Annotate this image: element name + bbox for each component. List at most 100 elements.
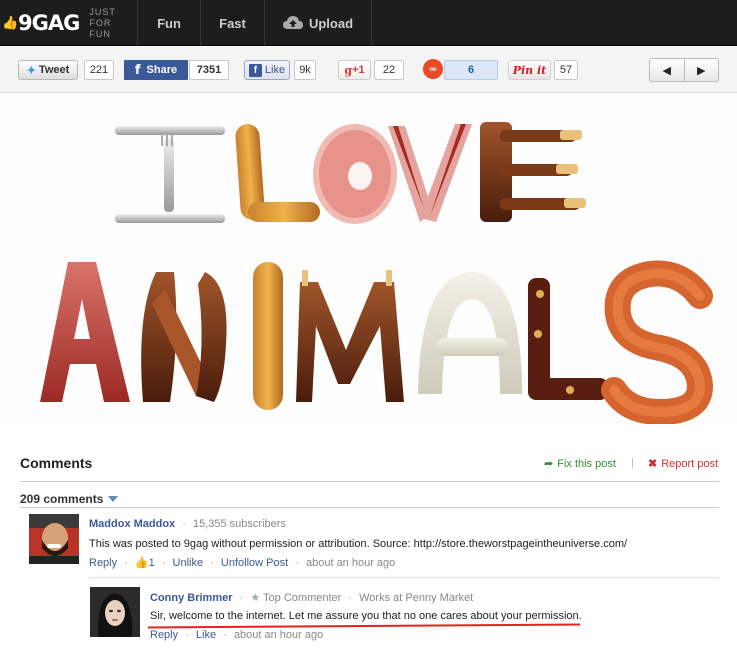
reply-link[interactable]: Reply: [150, 629, 178, 641]
comment-text: Sir, welcome to the internet. Let me ass…: [150, 610, 582, 622]
comments-count: 209 comments: [20, 492, 104, 506]
facebook-icon: f: [134, 62, 141, 78]
facebook-share-button[interactable]: f Share: [124, 60, 188, 80]
red-underline-annotation: [147, 623, 581, 629]
avatar[interactable]: [90, 587, 140, 637]
nav-upload[interactable]: Upload: [264, 0, 372, 46]
logo-area[interactable]: 👍 9GAG JUST FOR FUN: [0, 0, 132, 46]
divider: [89, 577, 719, 578]
nav-upload-label: Upload: [308, 15, 354, 31]
commenter-name[interactable]: Conny Brimmer: [150, 592, 233, 604]
cloud-upload-icon: [282, 16, 303, 29]
facebook-icon: f: [248, 63, 262, 77]
gplus-label: +1: [352, 64, 365, 76]
letter-a-white-sausage: [418, 272, 522, 394]
twitter-bird-icon: ✦: [26, 64, 36, 77]
top-commenter-badge: Top Commenter: [263, 592, 342, 604]
close-x-icon: ✖: [648, 458, 658, 470]
dot-separator: ·: [295, 557, 299, 569]
divider: [20, 481, 719, 482]
letter-s-sausage: [601, 260, 714, 426]
letter-i-cutlery: [115, 126, 225, 223]
arrow-right-icon: ▶: [697, 64, 706, 77]
dot-separator: ·: [185, 629, 189, 641]
next-post-button[interactable]: ▶: [683, 59, 719, 81]
letter-m-grilled: [296, 270, 404, 402]
like-count[interactable]: 👍1: [135, 557, 155, 569]
comment-actions: Reply · Like · about an hour ago: [150, 629, 323, 641]
stumbleupon-button[interactable]: ∞: [423, 59, 443, 79]
letter-l-sausage: [235, 124, 320, 222]
comment-text: This was posted to 9gag without permissi…: [89, 538, 628, 550]
commenter-work: Works at Penny Market: [359, 592, 474, 604]
facebook-like-button[interactable]: f Like: [244, 60, 290, 80]
avatar-image: [90, 587, 140, 637]
stumbleupon-count: 6: [444, 60, 498, 80]
letter-v-bacon: [388, 124, 472, 222]
tagline-line-1: JUST: [89, 6, 116, 17]
tagline-line-2: FOR FUN: [89, 17, 112, 39]
caret-down-icon: [108, 496, 119, 502]
thumbs-up-icon: 👍: [2, 15, 19, 30]
comments-heading: Comments: [20, 455, 93, 471]
facebook-like-label: Like: [264, 64, 286, 76]
letter-e-ribs: [480, 122, 586, 222]
comment-time[interactable]: about an hour ago: [234, 629, 323, 641]
letter-o-ham: [313, 124, 397, 224]
divider: [20, 507, 719, 508]
unfollow-post-link[interactable]: Unfollow Post: [221, 557, 288, 569]
google-plus-button[interactable]: g +1: [338, 60, 371, 80]
thumbs-up-icon: 👍: [134, 557, 149, 569]
site-tagline: JUST FOR FUN: [89, 7, 132, 40]
fix-post-label: Fix this post: [557, 458, 616, 470]
star-icon: ★: [250, 592, 261, 604]
comment-time[interactable]: about an hour ago: [306, 557, 395, 569]
fix-arrow-icon: ➦: [544, 458, 554, 470]
post-image[interactable]: [0, 94, 737, 426]
dot-separator: ·: [182, 518, 186, 530]
fix-post-link[interactable]: ➦ Fix this post: [544, 457, 616, 470]
site-logo[interactable]: 9GAG: [18, 11, 80, 35]
report-post-label: Report post: [661, 458, 719, 470]
i-love-animals-meat-artwork: [40, 122, 714, 426]
share-bar: ✦ Tweet 221 f Share 7351 f Like 9k g +1 …: [0, 47, 737, 93]
comment-actions: Reply · 👍1 · Unlike · Unfollow Post · ab…: [89, 556, 395, 569]
pin-it-button[interactable]: Pin it: [508, 60, 551, 80]
previous-post-button[interactable]: ◀: [650, 59, 684, 81]
report-post-link[interactable]: ✖ Report post: [648, 457, 718, 470]
like-link[interactable]: Like: [196, 629, 216, 641]
dot-separator: ·: [124, 557, 128, 569]
letter-a-steak: [40, 262, 130, 402]
comments-count-dropdown[interactable]: 209 comments: [20, 492, 119, 506]
header-separator: |: [631, 457, 634, 469]
avatar[interactable]: [29, 514, 79, 564]
dot-separator: ·: [210, 557, 214, 569]
letter-i-sausage: [253, 262, 283, 410]
facebook-share-count: 7351: [189, 60, 229, 80]
comment-header: Maddox Maddox · 15,355 subscribers: [89, 518, 286, 530]
post-navigation: ◀ ▶: [649, 58, 719, 82]
letter-n-chicken: [141, 272, 227, 402]
stumbleupon-icon: ∞: [429, 63, 437, 75]
gplus-icon: g: [344, 63, 353, 77]
facebook-share-label: Share: [146, 64, 178, 76]
avatar-image: [29, 514, 79, 564]
dot-separator: ·: [239, 592, 244, 604]
subscriber-count: 15,355 subscribers: [192, 518, 286, 530]
tweet-count: 221: [84, 60, 114, 80]
nav-fast[interactable]: Fast: [200, 0, 264, 46]
tweet-label: Tweet: [38, 64, 70, 76]
pin-count: 57: [554, 60, 578, 80]
letter-l-skewer: [528, 278, 608, 400]
comment-header: Conny Brimmer · ★ Top Commenter · Works …: [150, 591, 473, 604]
arrow-left-icon: ◀: [662, 64, 671, 77]
commenter-name[interactable]: Maddox Maddox: [89, 518, 175, 530]
reply-link[interactable]: Reply: [89, 557, 117, 569]
tweet-button[interactable]: ✦ Tweet: [18, 60, 78, 80]
google-plus-count: 22: [374, 60, 404, 80]
like-count-value: 1: [148, 557, 155, 569]
unlike-link[interactable]: Unlike: [173, 557, 204, 569]
nav-fun[interactable]: Fun: [137, 0, 200, 46]
dot-separator: ·: [161, 557, 166, 569]
top-navigation-bar: 👍 9GAG JUST FOR FUN Fun Fast Upload: [0, 0, 737, 46]
